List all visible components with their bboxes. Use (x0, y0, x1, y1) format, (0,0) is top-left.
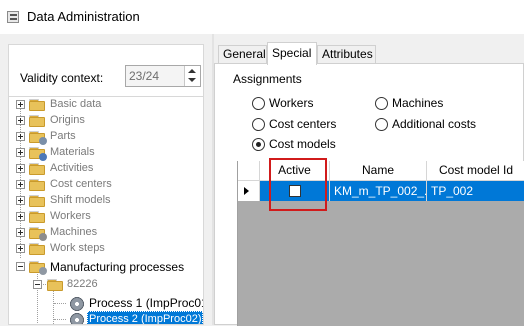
validity-context-value[interactable]: 23/24 (129, 69, 159, 83)
cell-cost-model-id[interactable]: TP_002 (427, 181, 524, 201)
navigation-tree[interactable]: Basic data Origins Parts Materials Activ… (8, 96, 204, 325)
tree-item-materials[interactable]: Materials (9, 145, 203, 161)
tab-strip: General Special Attributes (214, 42, 524, 65)
column-header-name[interactable]: Name (330, 161, 427, 181)
special-tab-page: Assignments Workers Machines Cost center… (214, 63, 524, 326)
tree-item-machines[interactable]: Machines (9, 225, 203, 241)
radio-circle[interactable] (375, 97, 388, 110)
tab-general[interactable]: General (218, 45, 267, 64)
tree-item-workers[interactable]: Workers (9, 209, 203, 225)
expand-icon[interactable] (16, 228, 25, 237)
tree-item-activities[interactable]: Activities (9, 161, 203, 177)
left-panel: Validity context: 23/24 Basic data Origi… (0, 34, 212, 325)
tree-item-origins[interactable]: Origins (9, 113, 203, 129)
expand-icon[interactable] (16, 164, 25, 173)
expand-icon[interactable] (16, 100, 25, 109)
folder-icon (29, 147, 47, 161)
gear-folder-icon (29, 261, 47, 275)
tree-item-process-1[interactable]: Process 1 (ImpProc01) (9, 295, 203, 312)
expand-icon[interactable] (16, 116, 25, 125)
expand-icon[interactable] (16, 148, 25, 157)
expand-icon[interactable] (16, 196, 25, 205)
tree-item-manufacturing-processes[interactable]: Manufacturing processes (9, 259, 203, 275)
title-bar: Data Administration (0, 0, 524, 34)
expand-icon[interactable] (16, 132, 25, 141)
grid-corner-header (238, 161, 260, 181)
current-row-arrow-icon (244, 187, 249, 195)
column-header-active[interactable]: Active (260, 161, 330, 181)
cost-models-grid[interactable]: Active Name Cost model Id KM_m_TP_002_..… (237, 161, 524, 326)
expand-icon[interactable] (16, 212, 25, 221)
collapse-icon[interactable] (33, 280, 42, 289)
tree-item-shift-models[interactable]: Shift models (9, 193, 203, 209)
tree-item-process-2[interactable]: Process 2 (ImpProc02) (9, 311, 203, 324)
radio-circle[interactable] (252, 118, 265, 131)
folder-icon (29, 99, 45, 111)
validity-context-label: Validity context: (20, 71, 104, 85)
tree-item-82226[interactable]: 82226 (9, 277, 203, 293)
column-header-cost-model-id[interactable]: Cost model Id (427, 161, 524, 181)
folder-icon (29, 131, 47, 145)
tab-special[interactable]: Special (267, 42, 317, 65)
spinner-buttons[interactable] (184, 66, 200, 86)
active-checkbox[interactable] (289, 185, 301, 197)
tree-item-work-steps[interactable]: Work steps (9, 241, 203, 257)
folder-icon (29, 227, 47, 241)
spinner-up-icon[interactable] (188, 69, 196, 73)
collapse-icon[interactable] (16, 262, 25, 271)
window-title: Data Administration (27, 9, 140, 24)
folder-icon (29, 243, 45, 255)
gear-icon (69, 296, 85, 312)
folder-icon (29, 163, 45, 175)
row-indicator[interactable] (238, 181, 260, 201)
folder-icon (29, 211, 45, 223)
right-panel: General Special Attributes Assignments W… (214, 34, 524, 326)
folder-icon (47, 279, 63, 291)
folder-icon (29, 195, 45, 207)
tree-item-basic-data[interactable]: Basic data (9, 97, 203, 113)
tab-attributes[interactable]: Attributes (317, 45, 376, 64)
expand-icon[interactable] (16, 244, 25, 253)
radio-circle-checked[interactable] (252, 138, 265, 151)
folder-icon (29, 179, 45, 191)
cell-name[interactable]: KM_m_TP_002_... (330, 181, 427, 201)
expand-icon[interactable] (16, 180, 25, 189)
folder-icon (29, 115, 45, 127)
radio-circle[interactable] (252, 97, 265, 110)
tree-item-parts[interactable]: Parts (9, 129, 203, 145)
cell-active[interactable] (260, 181, 330, 201)
assignments-title: Assignments (233, 72, 302, 86)
tree-item-cost-centers[interactable]: Cost centers (9, 177, 203, 193)
app-window-icon (7, 11, 19, 23)
spinner-down-icon[interactable] (188, 78, 196, 82)
gear-icon (69, 312, 85, 324)
validity-context-spinner[interactable]: 23/24 (125, 65, 201, 87)
radio-circle[interactable] (375, 118, 388, 131)
